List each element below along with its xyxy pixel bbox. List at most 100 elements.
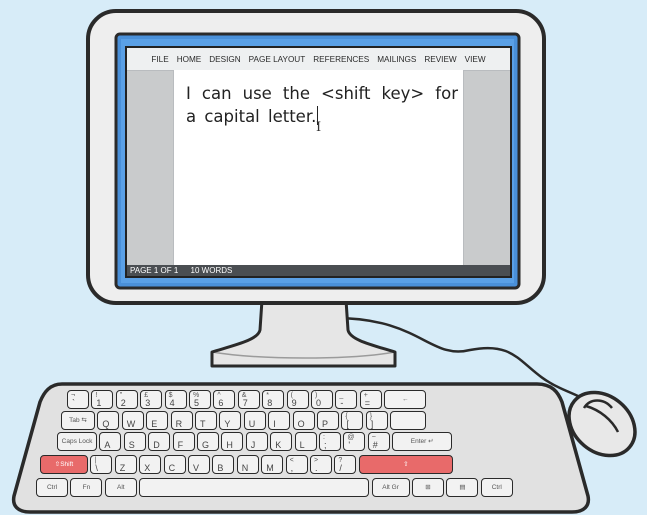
key-caps-lock[interactable]: Caps Lock xyxy=(57,432,97,451)
key-i[interactable]: I xyxy=(268,411,291,430)
document-page[interactable]: I can use the <shift key> for a capital … xyxy=(173,70,464,266)
key[interactable]: }] xyxy=(365,411,388,430)
key-alt-gr[interactable]: Alt Gr xyxy=(371,478,410,497)
key-n[interactable]: N xyxy=(236,455,259,474)
page-count: PAGE 1 OF 1 xyxy=(130,266,179,275)
key[interactable]: ¬ ` xyxy=(67,390,89,409)
key-r[interactable]: R xyxy=(170,411,193,430)
key[interactable]: ← xyxy=(384,390,427,409)
key-label: I xyxy=(273,419,276,429)
key[interactable] xyxy=(390,411,427,430)
key-k[interactable]: K xyxy=(270,432,293,451)
key-3[interactable]: £3 xyxy=(140,390,163,409)
key-label: ; xyxy=(324,440,327,450)
key-y[interactable]: Y xyxy=(219,411,242,430)
key-b[interactable]: B xyxy=(212,455,235,474)
key-l[interactable]: L xyxy=(294,432,317,451)
key-4[interactable]: $4 xyxy=(164,390,187,409)
key[interactable]: @ ' xyxy=(343,432,366,451)
key-w[interactable]: W xyxy=(121,411,144,430)
key-label: K xyxy=(275,440,282,450)
key-o[interactable]: O xyxy=(292,411,315,430)
tab-design[interactable]: DESIGN xyxy=(209,55,240,64)
key-label: ⊞ xyxy=(425,484,431,491)
key[interactable]: {[ xyxy=(341,411,364,430)
key-label: F xyxy=(177,440,184,450)
key-c[interactable]: C xyxy=(163,455,186,474)
key-label: ⇧ xyxy=(403,461,409,468)
key-q[interactable]: Q xyxy=(97,411,120,430)
key-label: 2 xyxy=(120,398,126,408)
key-label: ⇧Shift xyxy=(54,461,74,468)
key[interactable]: :; xyxy=(319,432,341,451)
key-label: A xyxy=(104,440,111,450)
key-7[interactable]: & 7 xyxy=(237,390,260,409)
key-g[interactable]: G xyxy=(197,432,219,451)
key-x[interactable]: X xyxy=(139,455,162,474)
key-label: M xyxy=(266,463,274,473)
key-shift-highlighted[interactable]: ⇧Shift xyxy=(40,455,88,474)
key[interactable]: ▤ xyxy=(446,478,479,497)
key[interactable]: ? / xyxy=(334,455,357,474)
key-label: Fn xyxy=(82,484,91,491)
tab-file[interactable]: FILE xyxy=(151,55,168,64)
key-s[interactable]: S xyxy=(123,432,146,451)
key-e[interactable]: E xyxy=(146,411,169,430)
key-9[interactable]: (9 xyxy=(286,390,309,409)
key-label: L xyxy=(299,440,305,450)
key[interactable]: <, xyxy=(285,455,308,474)
key-8[interactable]: * 8 xyxy=(262,390,285,409)
key-alt[interactable]: Alt xyxy=(104,478,137,497)
key-u[interactable]: U xyxy=(243,411,266,430)
key-label: 9 xyxy=(291,398,297,408)
key-highlighted[interactable]: ⇧ xyxy=(358,455,453,474)
key-t[interactable]: T xyxy=(195,411,217,430)
key-ctrl[interactable]: Ctrl xyxy=(36,478,68,497)
key-label: G xyxy=(202,440,210,450)
key-0[interactable]: ) 0 xyxy=(311,390,333,409)
key[interactable]: | \ xyxy=(90,455,113,474)
key-h[interactable]: H xyxy=(221,432,244,451)
key[interactable]: + = xyxy=(359,390,382,409)
key-label: \ xyxy=(95,463,98,473)
key[interactable]: ~ # xyxy=(367,432,390,451)
key[interactable]: >. xyxy=(310,455,332,474)
key-tab[interactable]: Tab ⇆ xyxy=(61,411,95,430)
key-ctrl[interactable]: Ctrl xyxy=(480,478,513,497)
tab-references[interactable]: REFERENCES xyxy=(313,55,369,64)
key-label: E xyxy=(151,419,158,429)
key-1[interactable]: ! 1 xyxy=(91,390,114,409)
tab-page-layout[interactable]: PAGE LAYOUT xyxy=(249,55,306,64)
tab-home[interactable]: HOME xyxy=(177,55,202,64)
key-label: N xyxy=(241,463,249,473)
key-j[interactable]: J xyxy=(245,432,268,451)
key-label: , xyxy=(290,463,294,473)
key-label: R xyxy=(175,419,183,429)
key-z[interactable]: Z xyxy=(114,455,137,474)
key-5[interactable]: % 5 xyxy=(189,390,211,409)
key[interactable]: _ - xyxy=(335,390,358,409)
tab-mailings[interactable]: MAILINGS xyxy=(377,55,416,64)
key-label: Q xyxy=(102,419,110,429)
key-2[interactable]: " 2 xyxy=(115,390,138,409)
key-label: X xyxy=(144,463,151,473)
key-a[interactable]: A xyxy=(99,432,122,451)
key-6[interactable]: ^ 6 xyxy=(213,390,236,409)
tab-review[interactable]: REVIEW xyxy=(424,55,456,64)
key-p[interactable]: P xyxy=(317,411,339,430)
document-text-area[interactable]: I can use the <shift key> for a capital … xyxy=(186,82,458,128)
key[interactable]: ⊞ xyxy=(412,478,444,497)
key-f[interactable]: F xyxy=(172,432,195,451)
key-m[interactable]: M xyxy=(261,455,284,474)
key-enter[interactable]: Enter ↵ xyxy=(392,432,453,451)
ibeam-cursor-icon: I xyxy=(316,120,322,135)
key-d[interactable]: D xyxy=(148,432,171,451)
key[interactable] xyxy=(139,478,370,497)
key-v[interactable]: V xyxy=(188,455,210,474)
key-label: C xyxy=(168,463,176,473)
tab-view[interactable]: VIEW xyxy=(465,55,486,64)
key-label: - xyxy=(340,398,344,408)
key-fn[interactable]: Fn xyxy=(70,478,103,497)
key-label: V xyxy=(193,463,200,473)
key-label: Y xyxy=(224,419,231,429)
